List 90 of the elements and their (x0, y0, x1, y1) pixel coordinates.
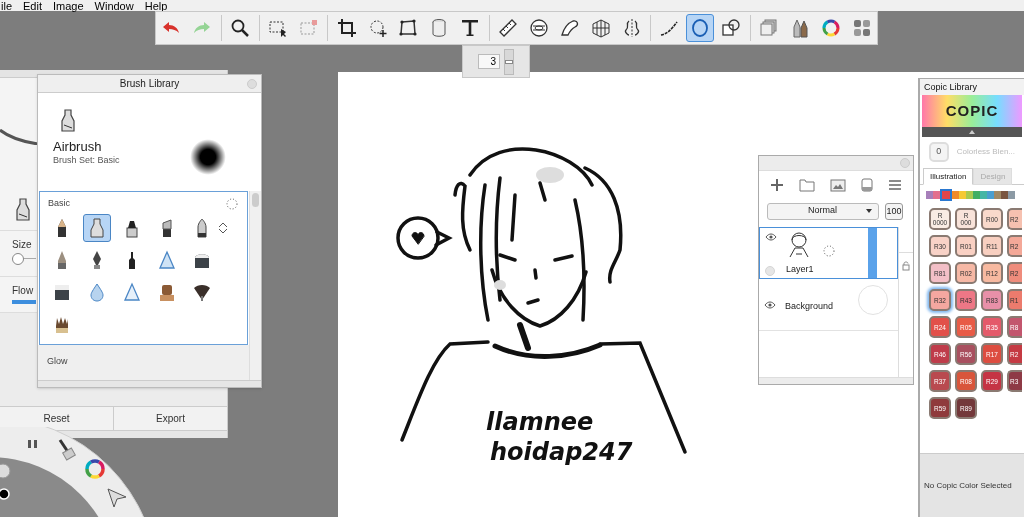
panel-title: Brush Library (119, 77, 180, 91)
add-layer-icon[interactable] (770, 178, 785, 192)
caret-icon (969, 130, 975, 134)
handwritten-text: llamnee (486, 408, 594, 436)
triangle-icon (122, 282, 142, 302)
ruler-icon (498, 18, 519, 38)
caret-icon (866, 209, 872, 213)
brush-set-label: Brush Set: Basic (53, 154, 120, 167)
color-family-swatch[interactable] (952, 191, 959, 199)
panel-title: Copic Library (920, 79, 1024, 95)
brush-tip-preview (190, 139, 226, 175)
layer-row[interactable]: Layer1 (759, 227, 898, 279)
color-family-swatch[interactable] (926, 191, 933, 199)
scrollbar[interactable] (249, 191, 261, 380)
expand-collapse-icon[interactable] (218, 222, 228, 234)
blend-mode-dropdown[interactable]: Normal (767, 202, 879, 220)
soft-cone-icon (157, 250, 177, 270)
resize-grip[interactable] (38, 380, 261, 387)
select-transform-icon (298, 18, 319, 38)
resize-grip[interactable] (759, 377, 913, 384)
menu-item[interactable]: Window (93, 0, 135, 12)
eye-icon[interactable] (764, 301, 776, 309)
color-family-swatch[interactable] (980, 191, 987, 199)
shape-icon (721, 18, 742, 38)
menu-item[interactable]: Edit (22, 0, 43, 12)
selection-bar (868, 228, 877, 278)
distort-icon (398, 18, 419, 38)
menu-item[interactable]: Help (143, 0, 169, 12)
fan-icon (192, 282, 212, 302)
tab[interactable]: Illustration (923, 168, 974, 185)
layer-name: Layer1 (786, 263, 814, 276)
cursor-arrow-icon[interactable] (107, 488, 127, 508)
flow-slider[interactable] (12, 300, 36, 304)
color-family-swatch[interactable] (933, 191, 940, 199)
french-curve-icon (559, 18, 580, 38)
ellipse-tool-button[interactable] (686, 14, 715, 42)
color-wheel-icon[interactable] (85, 459, 105, 479)
color-family-swatch[interactable] (940, 189, 952, 201)
section-title: Basic (48, 197, 70, 211)
selection-status: No Copic Color Selected (920, 453, 1024, 517)
color-wheel-icon (820, 18, 841, 38)
color-family-swatch[interactable] (994, 191, 1001, 199)
eraser-icon[interactable] (860, 178, 873, 192)
menu-item[interactable]: Image (52, 0, 85, 12)
brush-size-field[interactable]: 3 (478, 54, 500, 69)
zoom-icon (230, 18, 251, 38)
folder-icon[interactable] (799, 178, 816, 192)
color-family-swatch[interactable] (973, 191, 980, 199)
flow-label: Flow (12, 284, 34, 298)
background-color-swatch[interactable] (858, 285, 888, 315)
ellipse-icon (690, 18, 711, 38)
handwritten-text: hoidap247 (490, 438, 633, 466)
color-family-swatch[interactable] (1008, 191, 1015, 199)
select-icon (268, 18, 289, 38)
color-family-swatch[interactable] (959, 191, 966, 199)
perspective-icon (590, 18, 611, 38)
drop-icon (87, 282, 107, 302)
lock-icon (901, 261, 910, 271)
stamp-icon (157, 282, 177, 302)
eye-icon[interactable] (765, 233, 777, 241)
layer-name: Background (785, 300, 834, 313)
dotted-circle-icon (822, 244, 836, 258)
crop-icon (336, 18, 357, 38)
stroke-preview (0, 129, 38, 145)
brush-size-slider[interactable] (504, 48, 514, 75)
menu-icon[interactable] (887, 179, 902, 191)
colorless-blender-swatch[interactable]: 0 (929, 142, 949, 162)
hard-eraser-icon (52, 282, 72, 302)
color-family-swatch[interactable] (1001, 191, 1008, 199)
size-label: Size (12, 238, 32, 252)
layers-icon (758, 18, 779, 38)
size-slider[interactable] (12, 253, 36, 265)
layer-toggle[interactable] (765, 266, 775, 276)
airbrush-icon (58, 109, 78, 133)
image-icon[interactable] (830, 178, 846, 192)
layer-row[interactable]: Background (759, 279, 898, 331)
brush-name: Airbrush (53, 138, 102, 156)
dotted-circle-icon (225, 197, 239, 211)
airbrush-icon (87, 218, 107, 238)
ellipse-guide-icon (528, 18, 549, 38)
section-title: Glow (47, 355, 68, 368)
copic-logo: COPIC (945, 100, 999, 121)
text-icon (460, 18, 481, 38)
paintbrush-icon[interactable] (58, 439, 76, 461)
lasso-icon (367, 18, 388, 38)
opacity-field[interactable]: 100 (885, 202, 903, 220)
menu-item[interactable]: ile (0, 0, 13, 12)
airbrush-icon (13, 198, 33, 222)
color-family-swatch[interactable] (966, 191, 973, 199)
color-family-swatch[interactable] (987, 191, 994, 199)
